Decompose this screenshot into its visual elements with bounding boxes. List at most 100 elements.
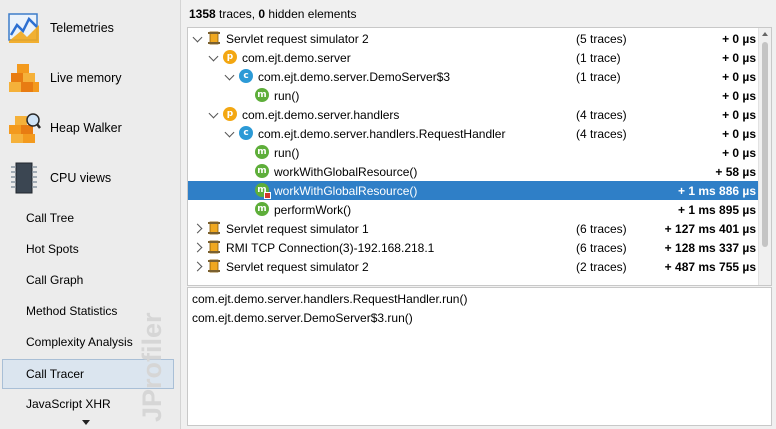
call-tracer-tree[interactable]: Servlet request simulator 2 (5 traces) + 0… [187,27,772,286]
selected-trace-stack-panel: com.ejt.demo.server.handlers.RequestHand… [187,287,772,426]
tree-row-trace-count: (6 traces) [576,222,627,236]
collapse-chevron-icon[interactable] [208,51,219,62]
tree-row[interactable]: RMI TCP Connection(3)-192.168.218.1 (6 tr… [188,238,759,257]
sidebar-item-label: Method Statistics [26,304,118,318]
tree-row[interactable]: p com.ejt.demo.server.handlers (4 traces) +… [188,105,759,124]
live-memory-icon [9,64,39,92]
tree-row-time: + 1 ms 895 µs [678,203,756,217]
tree-row-time: + 127 ms 401 µs [664,222,756,236]
tree-row-label: run() [274,89,300,103]
tree-row-time: + 0 µs [722,89,756,103]
class-icon: c [239,126,253,140]
tree-row-label: Servlet request simulator 2 [226,32,369,46]
collapse-chevron-icon[interactable] [192,32,203,43]
stack-line[interactable]: com.ejt.demo.server.handlers.RequestHand… [192,292,467,306]
hidden-count-label: hidden elements [265,7,357,21]
cpu-views-icon [11,162,37,194]
trace-summary: 1358 traces, 0 hidden elements [189,7,356,21]
tree-row-trace-count: (4 traces) [576,127,627,141]
expand-chevron-icon[interactable] [192,223,203,234]
tree-row-trace-count: (5 traces) [576,32,627,46]
tree-row[interactable]: m workWithGlobalResource() + 58 µs [188,162,759,181]
expand-chevron-icon[interactable] [192,242,203,253]
tree-row-trace-count: (4 traces) [576,108,627,122]
sidebar-item-cpu-views[interactable]: CPU views [0,153,180,203]
tree-row-label: com.ejt.demo.server.handlers.RequestHand… [258,127,506,141]
tree-row-time: + 0 µs [722,51,756,65]
sidebar-item-label: Complexity Analysis [26,335,133,349]
sidebar-item-label: Hot Spots [26,242,79,256]
tree-row-time: + 1 ms 886 µs [678,184,756,198]
sidebar-scroll-down-arrow[interactable] [82,420,90,425]
package-icon: p [223,107,237,121]
tree-row-label: Servlet request simulator 1 [226,222,369,236]
tree-row-label: run() [274,146,300,160]
sidebar-item-live-memory[interactable]: Live memory [0,53,180,103]
tree-row[interactable]: m run() + 0 µs [188,86,759,105]
tree-row-time: + 0 µs [722,32,756,46]
method-icon: m [255,88,269,102]
trace-count-label: traces, [215,7,259,21]
tree-row-label: com.ejt.demo.server.handlers [242,108,400,122]
tree-row[interactable]: m workWithGlobalResource() + 1 ms 886 µs [188,181,759,200]
tree-row-time: + 0 µs [722,108,756,122]
tree-row-trace-count: (6 traces) [576,241,627,255]
thread-icon [207,259,221,273]
tree-row-time: + 0 µs [722,146,756,160]
scroll-up-arrow[interactable] [762,32,768,36]
class-icon: c [239,69,253,83]
sidebar-item-heap-walker[interactable]: Heap Walker [0,103,180,153]
tree-row-time: + 58 µs [715,165,756,179]
thread-icon [207,240,221,254]
tree-row[interactable]: p com.ejt.demo.server (1 trace) + 0 µs [188,48,759,67]
expand-chevron-icon[interactable] [192,261,203,272]
tree-row-label: performWork() [274,203,352,217]
view-selector-sidebar: Telemetries Live memory Heap Walker CPU … [0,0,181,429]
sidebar-item-label: Call Graph [26,273,84,287]
thread-icon [207,221,221,235]
tree-row[interactable]: c com.ejt.demo.server.DemoServer$3 (1 trac… [188,67,759,86]
tree-row-label: com.ejt.demo.server [242,51,351,65]
tree-row-trace-count: (1 trace) [576,70,621,84]
sidebar-item-label: Heap Walker [50,121,122,135]
collapse-chevron-icon[interactable] [224,127,235,138]
tree-row[interactable]: Servlet request simulator 2 (2 traces) + 4… [188,257,759,276]
package-icon: p [223,50,237,64]
thread-icon [207,31,221,45]
tree-row[interactable]: Servlet request simulator 2 (5 traces) + 0… [188,29,759,48]
tree-row-label: RMI TCP Connection(3)-192.168.218.1 [226,241,435,255]
collapse-chevron-icon[interactable] [224,70,235,81]
tree-row[interactable]: m performWork() + 1 ms 895 µs [188,200,759,219]
method-blocked-icon: m [255,183,271,199]
tree-row-trace-count: (2 traces) [576,260,627,274]
tree-row[interactable]: m run() + 0 µs [188,143,759,162]
svg-text:JProfiler: JProfiler [137,312,167,422]
tree-row[interactable]: c com.ejt.demo.server.handlers.RequestHan… [188,124,759,143]
tree-row-trace-count: (1 trace) [576,51,621,65]
sidebar-item-label: JavaScript XHR [26,397,111,411]
tree-row[interactable]: Servlet request simulator 1 (6 traces) + 1… [188,219,759,238]
stack-line[interactable]: com.ejt.demo.server.DemoServer$3.run() [192,311,413,325]
sidebar-item-label: Call Tracer [26,367,85,381]
scrollbar-thumb[interactable] [762,42,768,247]
sidebar-item-label: CPU views [50,171,112,185]
sidebar-item-call-tree[interactable]: Call Tree [0,203,180,233]
method-icon: m [255,202,269,216]
jprofiler-watermark-logo: JProfiler [137,312,167,422]
tree-row-label: Servlet request simulator 2 [226,260,369,274]
tree-row-time: + 0 µs [722,127,756,141]
sidebar-item-label: Telemetries [50,21,114,35]
tree-vertical-scrollbar[interactable] [758,28,771,285]
sidebar-item-label: Call Tree [26,211,75,225]
trace-count: 1358 [189,7,216,21]
method-icon: m [255,145,269,159]
method-icon: m [255,164,269,178]
tree-row-label: workWithGlobalResource() [274,165,418,179]
sidebar-item-telemetries[interactable]: Telemetries [0,3,180,53]
tree-row-label: com.ejt.demo.server.DemoServer$3 [258,70,451,84]
blocked-marker-icon [264,192,271,199]
telemetries-icon [8,13,39,43]
tree-row-label: workWithGlobalResource() [274,184,418,198]
collapse-chevron-icon[interactable] [208,108,219,119]
tree-row-time: + 128 ms 337 µs [664,241,756,255]
